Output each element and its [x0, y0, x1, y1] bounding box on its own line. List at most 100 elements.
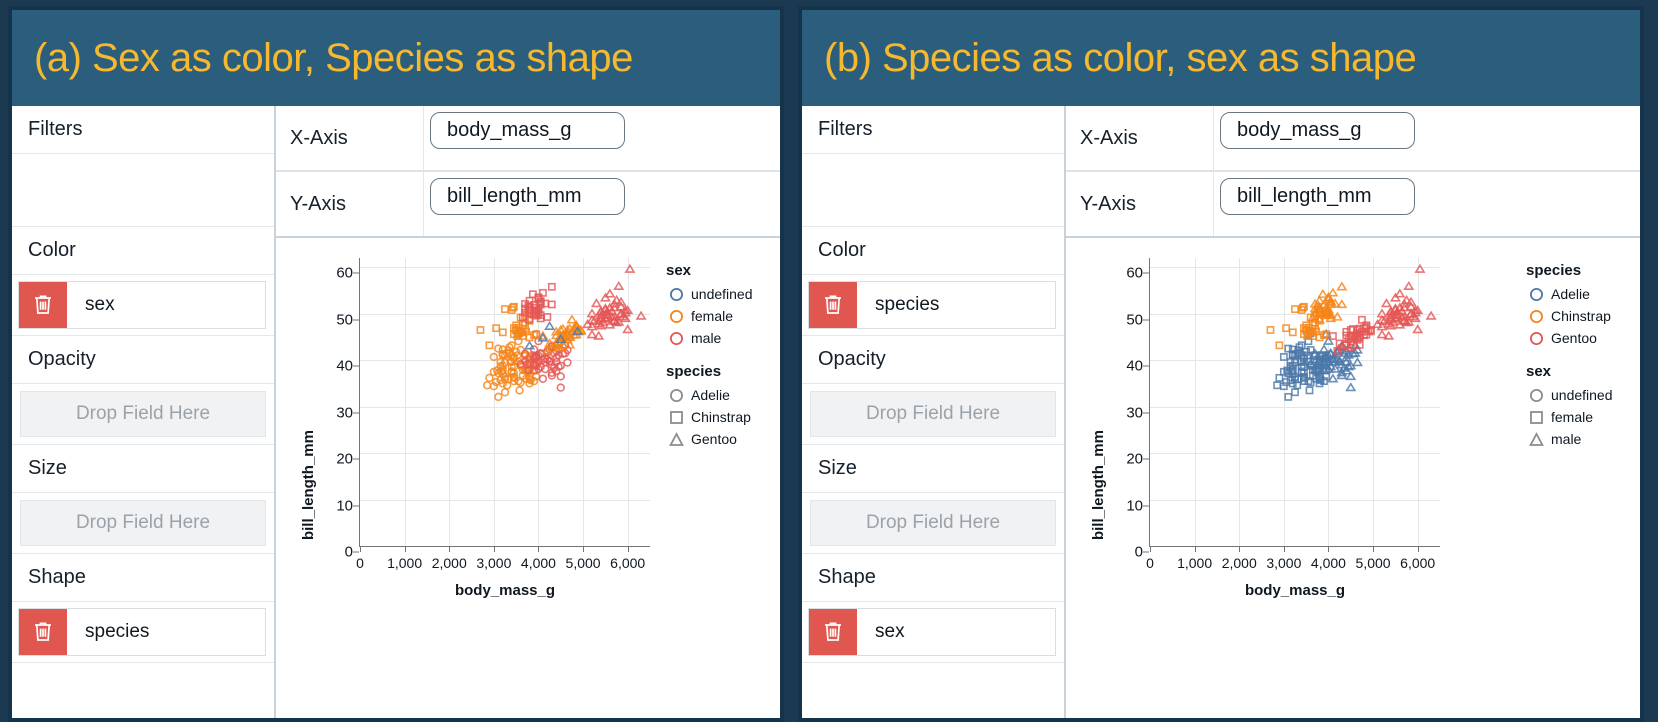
legend-item-Chinstrap[interactable]: Chinstrap [666, 406, 772, 428]
legend-item-label: Gentoo [1551, 330, 1597, 346]
shelf-slot-size[interactable]: Drop Field Here [12, 493, 274, 554]
panel-b-y-axis-dropzone[interactable]: bill_length_mm [1214, 172, 1640, 236]
panel-b-x-axis-dropzone[interactable]: body_mass_g [1214, 106, 1640, 170]
field-chip-sex[interactable]: sex [18, 281, 266, 329]
shelf-title-color: Color [802, 227, 1064, 275]
legend-item-Chinstrap[interactable]: Chinstrap [1526, 305, 1632, 327]
panel-b-x-axis-field[interactable]: body_mass_g [1220, 112, 1415, 149]
legend-group-title-sex: sex [1526, 363, 1632, 380]
shelf-slot-shape[interactable]: sex [802, 602, 1064, 663]
y-tick-label: 40 [336, 358, 353, 375]
circle-marker-icon [1526, 388, 1546, 403]
x-tick-label: 3,000 [476, 555, 511, 571]
scatter-marks [360, 258, 650, 546]
shelf-slot-opacity[interactable]: Drop Field Here [802, 384, 1064, 445]
panel-a-y-axis-field[interactable]: bill_length_mm [430, 178, 625, 215]
x-tick-label: 4,000 [521, 555, 556, 571]
legend-item-Gentoo[interactable]: Gentoo [1526, 327, 1632, 349]
shelf-title-size: Size [802, 445, 1064, 493]
y-tick-label: 0 [345, 544, 353, 561]
shelf-title-size: Size [12, 445, 274, 493]
y-tick-label: 60 [336, 265, 353, 282]
y-tick-label: 20 [336, 451, 353, 468]
x-axis-ticks: 01,0002,0003,0004,0005,0006,000 [1150, 546, 1440, 580]
panel-b-y-axis-field[interactable]: bill_length_mm [1220, 178, 1415, 215]
shelf-slot-filters[interactable] [802, 154, 1064, 227]
shelf-title-shape: Shape [802, 554, 1064, 602]
legend-item-Gentoo[interactable]: Gentoo [666, 428, 772, 450]
triangle-marker-icon [1526, 432, 1546, 447]
x-tick-label: 4,000 [1311, 555, 1346, 571]
drop-field-here-size[interactable]: Drop Field Here [20, 500, 266, 546]
plot-canvas: 01,0002,0003,0004,0005,0006,000body_mass… [359, 258, 650, 547]
legend-group-title-species: species [666, 363, 772, 380]
legend-item-label: undefined [1551, 387, 1613, 403]
panel-a-x-axis-dropzone[interactable]: body_mass_g [424, 106, 780, 170]
x-tick-label: 2,000 [1222, 555, 1257, 571]
panel-b-x-axis-row: X-Axis body_mass_g [1066, 106, 1640, 172]
y-tick-label: 0 [1135, 544, 1143, 561]
panel-a-plot-area: bill_length_mm010203040506001,0002,0003,… [276, 238, 780, 718]
trash-icon[interactable] [809, 282, 857, 328]
legend-item-label: male [691, 330, 721, 346]
shelf-slot-opacity[interactable]: Drop Field Here [12, 384, 274, 445]
shelf-slot-filters[interactable] [12, 154, 274, 227]
legend-group-title-sex: sex [666, 262, 772, 279]
panel-a-x-axis-field[interactable]: body_mass_g [430, 112, 625, 149]
x-tick-label: 6,000 [1400, 555, 1435, 571]
field-chip-species[interactable]: species [808, 281, 1056, 329]
legend-item-label: female [1551, 409, 1593, 425]
shelf-title-filters: Filters [802, 106, 1064, 154]
y-tick-label: 30 [1126, 404, 1143, 421]
legend-item-label: male [1551, 431, 1581, 447]
trash-icon[interactable] [19, 609, 67, 655]
x-axis-title: body_mass_g [360, 582, 650, 599]
drop-field-here-opacity[interactable]: Drop Field Here [810, 391, 1056, 437]
y-tick-label: 60 [1126, 265, 1143, 282]
shelf-slot-shape[interactable]: species [12, 602, 274, 663]
y-tick-label: 40 [1126, 358, 1143, 375]
field-chip-sex[interactable]: sex [808, 608, 1056, 656]
x-tick-label: 1,000 [387, 555, 422, 571]
panel-a: (a) Sex as color, Species as shape Filte… [8, 6, 784, 722]
shelf-slot-size[interactable]: Drop Field Here [802, 493, 1064, 554]
panel-a-x-axis-row: X-Axis body_mass_g [276, 106, 780, 172]
trash-icon[interactable] [809, 609, 857, 655]
legend-item-female[interactable]: female [1526, 406, 1632, 428]
shelf-slot-color[interactable]: species [802, 275, 1064, 336]
circle-marker-icon [666, 309, 686, 324]
legend-item-undefined[interactable]: undefined [1526, 384, 1632, 406]
circle-marker-icon [1526, 331, 1546, 346]
field-chip-label: species [67, 621, 149, 643]
shelf-title-opacity: Opacity [802, 336, 1064, 384]
shelf-slot-color[interactable]: sex [12, 275, 274, 336]
legend-item-Adelie[interactable]: Adelie [666, 384, 772, 406]
y-tick-label: 20 [1126, 451, 1143, 468]
legend-item-label: Gentoo [691, 431, 737, 447]
panel-a-title: (a) Sex as color, Species as shape [34, 36, 633, 81]
y-tick-label: 50 [336, 311, 353, 328]
drop-field-here-size[interactable]: Drop Field Here [810, 500, 1056, 546]
triangle-marker-icon [666, 432, 686, 447]
drop-field-here-opacity[interactable]: Drop Field Here [20, 391, 266, 437]
panel-b-legend: speciesAdelieChinstrapGentoosexundefined… [1514, 252, 1632, 718]
legend-item-undefined[interactable]: undefined [666, 283, 772, 305]
panel-b-y-axis-row: Y-Axis bill_length_mm [1066, 172, 1640, 238]
panel-b-scatter-chart: bill_length_mm010203040506001,0002,0003,… [1072, 252, 1514, 718]
field-chip-label: species [857, 294, 939, 316]
y-axis-title: bill_length_mm [1090, 430, 1107, 540]
y-tick-label: 10 [336, 497, 353, 514]
shelf-title-shape: Shape [12, 554, 274, 602]
legend-item-Adelie[interactable]: Adelie [1526, 283, 1632, 305]
x-tick-label: 2,000 [432, 555, 467, 571]
y-axis-ticks: 0102030405060 [319, 258, 359, 546]
legend-item-male[interactable]: male [666, 327, 772, 349]
circle-marker-icon [666, 388, 686, 403]
legend-item-male[interactable]: male [1526, 428, 1632, 450]
panel-a-y-axis-dropzone[interactable]: bill_length_mm [424, 172, 780, 236]
trash-icon[interactable] [19, 282, 67, 328]
legend-item-label: Chinstrap [1551, 308, 1611, 324]
panel-b-view: X-Axis body_mass_g Y-Axis bill_length_mm… [1066, 106, 1640, 718]
field-chip-species[interactable]: species [18, 608, 266, 656]
legend-item-female[interactable]: female [666, 305, 772, 327]
